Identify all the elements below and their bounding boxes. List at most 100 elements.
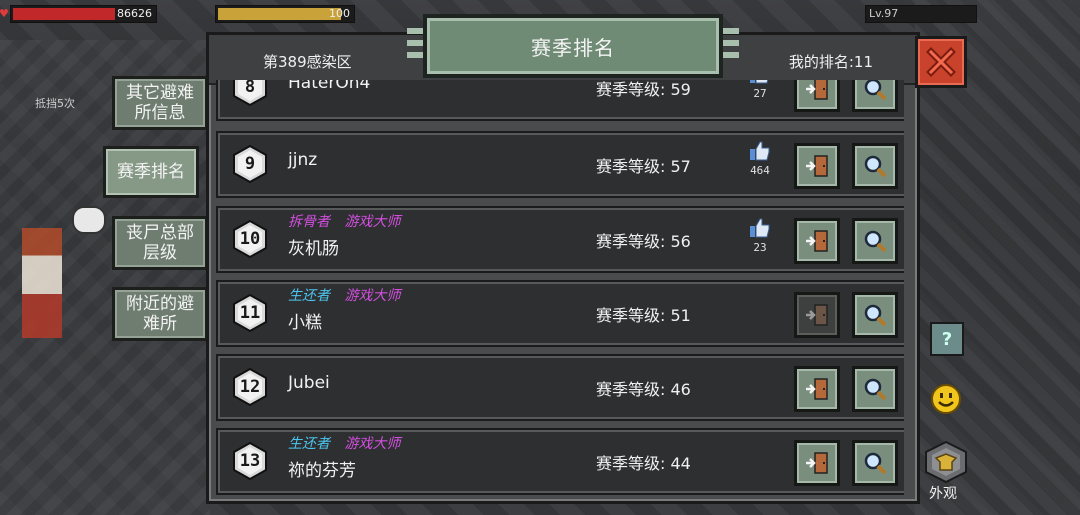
side-menu-zombie-hq-levels[interactable]: 丧尸总部层级 xyxy=(112,216,208,270)
rank-number: 12 xyxy=(239,377,261,397)
close-icon xyxy=(926,47,956,77)
table-row: 12 Jubei 赛季等级: 46 xyxy=(216,354,904,421)
hp-bar-fill xyxy=(13,8,115,20)
thumbs-up-icon xyxy=(750,141,770,161)
inspect-button[interactable] xyxy=(852,366,898,412)
appearance-icon[interactable] xyxy=(922,440,970,484)
rank-number: 11 xyxy=(239,303,261,323)
side-menu-season-ranking[interactable]: 赛季排名 xyxy=(103,146,199,198)
rank-badge: 12 xyxy=(232,368,268,406)
rank-number: 10 xyxy=(239,229,261,249)
table-row: 9 jjnz 赛季等级: 57 464 xyxy=(216,131,904,198)
rank-badge: 10 xyxy=(232,220,268,258)
emoji-smile-icon[interactable] xyxy=(930,383,962,415)
season-level: 赛季等级: 59 xyxy=(596,80,691,99)
rank-number: 8 xyxy=(244,80,256,97)
hp-bar: ♥ 86626 xyxy=(0,5,157,23)
magnifier-icon xyxy=(864,155,887,178)
player-name: Jubei xyxy=(288,373,330,393)
rank-badge: 13 xyxy=(232,442,268,480)
inspect-button[interactable] xyxy=(852,218,898,264)
rank-number: 13 xyxy=(239,451,261,471)
side-menu-label: 附近的避难所 xyxy=(126,294,194,334)
thumbs-up-icon xyxy=(750,218,770,238)
player-name: 祢的芬芳 xyxy=(288,461,356,481)
visit-shelter-button[interactable] xyxy=(794,143,840,189)
panel-title-text: 赛季排名 xyxy=(531,35,615,60)
player-title: 游戏大师 xyxy=(344,214,401,230)
inspect-button[interactable] xyxy=(852,292,898,338)
like-count: 464 xyxy=(750,164,770,177)
player-title: 游戏大师 xyxy=(344,436,401,452)
thumbs-up-icon xyxy=(750,80,769,84)
magnifier-icon xyxy=(864,80,887,101)
magnifier-icon xyxy=(864,378,887,401)
visit-shelter-button[interactable] xyxy=(794,292,840,338)
side-menu-label: 丧尸总部层级 xyxy=(126,223,194,263)
inspect-button[interactable] xyxy=(852,80,898,112)
inspect-button[interactable] xyxy=(852,440,898,486)
like-button[interactable]: 23 xyxy=(748,218,772,254)
player-title: 拆骨者 xyxy=(288,214,330,230)
appearance-label: 外观 xyxy=(929,486,957,502)
season-level: 赛季等级: 56 xyxy=(596,232,691,251)
zone-label: 第389感染区 xyxy=(263,53,352,71)
inspect-button[interactable] xyxy=(852,143,898,189)
food-value: 100 xyxy=(329,7,350,20)
block-count-text: 抵挡5次 xyxy=(35,97,75,110)
magnifier-icon xyxy=(864,452,887,475)
rank-number: 9 xyxy=(244,154,256,174)
panel-title: 赛季排名 xyxy=(407,14,739,78)
visit-shelter-button[interactable] xyxy=(794,80,840,112)
side-menu-label: 赛季排名 xyxy=(117,162,185,182)
door-enter-icon xyxy=(806,80,828,100)
door-enter-icon xyxy=(806,452,828,474)
door-enter-icon xyxy=(806,230,828,252)
heart-icon: ♥ xyxy=(0,7,9,20)
visit-shelter-button[interactable] xyxy=(794,366,840,412)
season-level: 赛季等级: 57 xyxy=(596,157,691,176)
player-title: 生还者 xyxy=(288,288,330,304)
player-name: jjnz xyxy=(288,150,318,170)
player-titles: 拆骨者 游戏大师 xyxy=(288,211,400,231)
visit-shelter-button[interactable] xyxy=(794,218,840,264)
close-button[interactable] xyxy=(915,36,967,88)
food-bar-fill xyxy=(218,8,342,20)
player-character xyxy=(22,228,62,338)
player-title: 游戏大师 xyxy=(344,288,401,304)
rank-badge: 11 xyxy=(232,294,268,332)
visit-shelter-button[interactable] xyxy=(794,440,840,486)
player-titles: 生还者 游戏大师 xyxy=(288,285,400,305)
side-menu-nearby-shelters[interactable]: 附近的避难所 xyxy=(112,287,208,341)
door-enter-icon xyxy=(806,155,828,177)
rank-badge: 9 xyxy=(232,145,268,183)
level-bar: Lv.97 xyxy=(865,5,977,23)
ranking-list[interactable]: 8 HaterOn4 赛季等级: 59 27 9 jjnz 赛季等级: 57 4… xyxy=(216,80,904,498)
door-enter-icon xyxy=(806,304,828,326)
season-level: 赛季等级: 51 xyxy=(596,306,691,325)
player-level: Lv.97 xyxy=(869,7,899,20)
table-row: 13 生还者 游戏大师 祢的芬芳 赛季等级: 44 xyxy=(216,428,904,495)
help-icon-glyph: ? xyxy=(941,328,953,350)
magnifier-icon xyxy=(864,230,887,253)
player-name: HaterOn4 xyxy=(288,80,371,93)
table-row: 11 生还者 游戏大师 小糕 赛季等级: 51 xyxy=(216,280,904,347)
player-title: 生还者 xyxy=(288,436,330,452)
side-menu-other-shelters[interactable]: 其它避难所信息 xyxy=(112,76,208,130)
player-name: 小糕 xyxy=(288,313,322,333)
chat-bubble-icon[interactable] xyxy=(72,206,106,234)
hp-value: 86626 xyxy=(117,7,152,20)
season-level: 赛季等级: 44 xyxy=(596,454,691,473)
like-button[interactable]: 27 xyxy=(748,80,772,100)
like-count: 27 xyxy=(753,87,767,100)
player-titles: 生还者 游戏大师 xyxy=(288,433,400,453)
magnifier-icon xyxy=(864,304,887,327)
like-button[interactable]: 464 xyxy=(748,141,772,177)
side-menu-label: 其它避难所信息 xyxy=(126,83,194,123)
help-icon[interactable]: ? xyxy=(930,322,964,356)
season-level: 赛季等级: 46 xyxy=(596,380,691,399)
rank-badge: 8 xyxy=(232,80,268,106)
food-bar: 100 xyxy=(215,5,355,23)
my-rank-label: 我的排名:11 xyxy=(788,53,873,71)
like-count: 23 xyxy=(753,241,767,254)
